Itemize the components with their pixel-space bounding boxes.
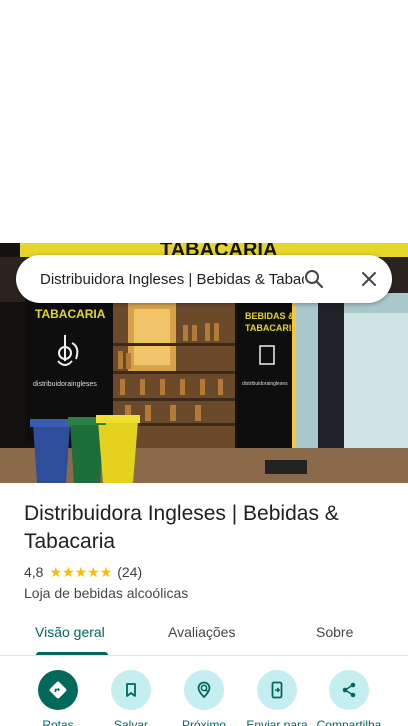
rating-row[interactable]: 4,8 ★★★★★ (24) [24, 563, 142, 581]
review-count[interactable]: (24) [117, 564, 142, 580]
share-button[interactable]: Compartilha [309, 670, 389, 726]
nearby-icon [184, 670, 224, 710]
rating-stars-icon: ★★★★★ [49, 563, 113, 580]
sign-right-text-2: TABACARIA [245, 323, 298, 333]
share-label: Compartilha [316, 718, 382, 726]
sign-right-text-1: BEBIDAS & [245, 311, 295, 321]
place-tabs: Visão geral Avaliações Sobre [0, 612, 408, 656]
brand-text-left: distribuidoraingleses [33, 381, 97, 388]
tab-overview[interactable]: Visão geral [35, 623, 105, 641]
sign-left-text: TABACARIA [35, 307, 106, 321]
directions-icon [38, 670, 78, 710]
search-input[interactable]: Distribuidora Ingleses | Bebidas & Tabac… [40, 269, 304, 291]
search-icon[interactable] [302, 267, 326, 291]
active-tab-indicator [36, 652, 108, 655]
place-title: Distribuidora Ingleses | Bebidas & Tabac… [24, 502, 339, 553]
close-icon[interactable] [357, 267, 381, 291]
map-area[interactable] [0, 0, 408, 243]
share-icon [329, 670, 369, 710]
tab-about[interactable]: Sobre [316, 623, 353, 641]
tab-reviews[interactable]: Avaliações [168, 623, 235, 641]
search-bar[interactable]: Distribuidora Ingleses | Bebidas & Tabac… [16, 255, 392, 303]
bookmark-icon [111, 670, 151, 710]
brand-text-right: distribuidoraingleses [242, 381, 288, 387]
send-to-phone-icon [257, 670, 297, 710]
place-category[interactable]: Loja de bebidas alcoólicas [24, 584, 188, 602]
rating-value: 4,8 [24, 564, 44, 580]
